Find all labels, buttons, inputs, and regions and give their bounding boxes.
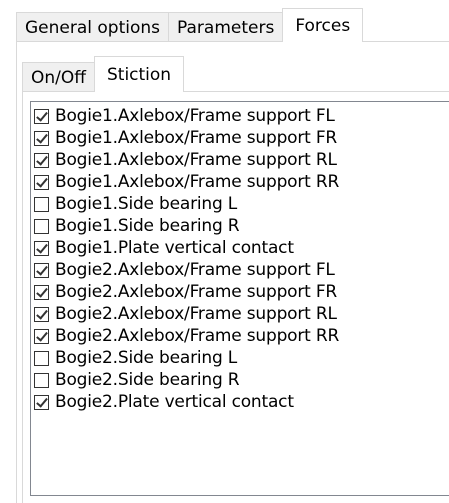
checkbox-checked[interactable] <box>34 394 49 410</box>
stiction-dialog: General options Parameters Forces On/Off… <box>0 0 449 503</box>
checkbox-checked[interactable] <box>34 262 49 278</box>
checkbox-checked[interactable] <box>34 328 49 344</box>
list-item-label: Bogie2.Side bearing L <box>55 348 238 368</box>
list-item[interactable]: Bogie1.Side bearing L <box>31 193 449 215</box>
list-item[interactable]: Bogie1.Side bearing R <box>31 215 449 237</box>
list-item[interactable]: Bogie1.Axlebox/Frame support RL <box>31 149 449 171</box>
list-item-label: Bogie1.Axlebox/Frame support RR <box>55 172 340 192</box>
list-item[interactable]: Bogie1.Axlebox/Frame support FL <box>31 105 449 127</box>
checkbox-checked[interactable] <box>34 130 49 146</box>
list-item[interactable]: Bogie2.Side bearing L <box>31 347 449 369</box>
inner-tab-strip: On/Off Stiction <box>22 56 185 92</box>
checkbox-checked[interactable] <box>34 284 49 300</box>
tab-parameters[interactable]: Parameters <box>168 12 284 42</box>
list-item-label: Bogie2.Plate vertical contact <box>55 392 294 412</box>
list-item[interactable]: Bogie2.Axlebox/Frame support FL <box>31 259 449 281</box>
list-item-label: Bogie2.Axlebox/Frame support FR <box>55 282 338 302</box>
tab-forces[interactable]: Forces <box>282 8 364 42</box>
list-item[interactable]: Bogie1.Plate vertical contact <box>31 237 449 259</box>
tab-general-options[interactable]: General options <box>16 12 170 42</box>
list-item-label: Bogie1.Axlebox/Frame support FR <box>55 128 338 148</box>
list-item[interactable]: Bogie2.Side bearing R <box>31 369 449 391</box>
outer-tab-strip: General options Parameters Forces <box>16 8 364 42</box>
list-item[interactable]: Bogie1.Axlebox/Frame support FR <box>31 127 449 149</box>
list-item[interactable]: Bogie2.Plate vertical contact <box>31 391 449 413</box>
tab-stiction[interactable]: Stiction <box>93 56 185 92</box>
list-item-label: Bogie2.Side bearing R <box>55 370 240 390</box>
list-item-label: Bogie1.Axlebox/Frame support FL <box>55 106 335 126</box>
checkbox-unchecked[interactable] <box>34 218 49 234</box>
checkbox-checked[interactable] <box>34 152 49 168</box>
checkbox-checked[interactable] <box>34 306 49 322</box>
list-item-label: Bogie2.Axlebox/Frame support RL <box>55 304 337 324</box>
list-item-label: Bogie2.Axlebox/Frame support RR <box>55 326 340 346</box>
list-item[interactable]: Bogie2.Axlebox/Frame support FR <box>31 281 449 303</box>
checkbox-unchecked[interactable] <box>34 372 49 388</box>
list-item[interactable]: Bogie2.Axlebox/Frame support RR <box>31 325 449 347</box>
checkbox-unchecked[interactable] <box>34 350 49 366</box>
tab-on-off[interactable]: On/Off <box>22 62 95 92</box>
list-item-label: Bogie1.Side bearing R <box>55 216 240 236</box>
stiction-checklist[interactable]: Bogie1.Axlebox/Frame support FL Bogie1.Ax… <box>30 101 449 496</box>
checkbox-checked[interactable] <box>34 240 49 256</box>
list-item[interactable]: Bogie2.Axlebox/Frame support RL <box>31 303 449 325</box>
list-item[interactable]: Bogie1.Axlebox/Frame support RR <box>31 171 449 193</box>
checkbox-checked[interactable] <box>34 108 49 124</box>
checkbox-checked[interactable] <box>34 174 49 190</box>
list-item-label: Bogie1.Side bearing L <box>55 194 238 214</box>
list-item-label: Bogie1.Axlebox/Frame support RL <box>55 150 337 170</box>
checkbox-unchecked[interactable] <box>34 196 49 212</box>
list-item-label: Bogie2.Axlebox/Frame support FL <box>55 260 335 280</box>
list-item-label: Bogie1.Plate vertical contact <box>55 238 294 258</box>
